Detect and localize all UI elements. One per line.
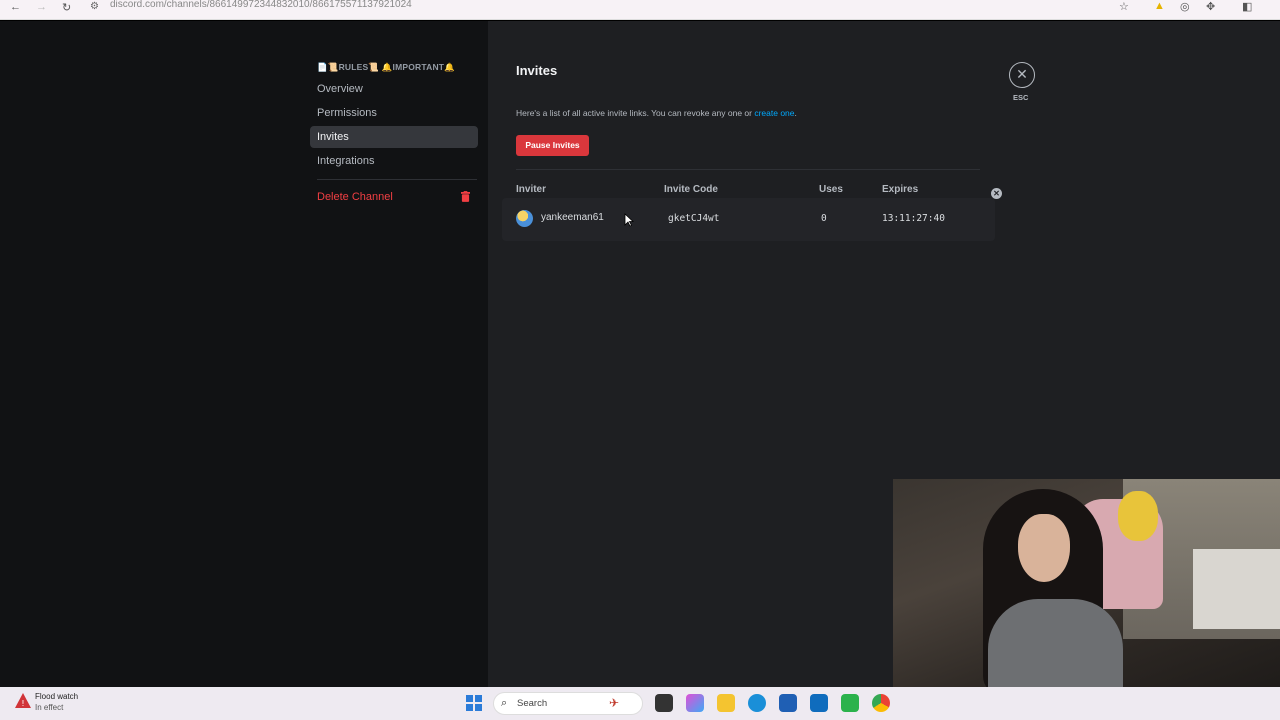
app-icon[interactable]	[841, 694, 859, 712]
bookmark-star-icon[interactable]: ☆	[1119, 0, 1129, 13]
reload-icon[interactable]: ↻	[62, 1, 71, 14]
sidebar-item-overview[interactable]: Overview	[310, 78, 478, 100]
pause-invites-button[interactable]: Pause Invites	[516, 135, 589, 156]
create-invite-link[interactable]: create one	[754, 108, 794, 118]
invite-row[interactable]: yankeeman61 gketCJ4wt 0 13:11:27:40	[502, 198, 995, 241]
weather-subtitle[interactable]: In effect	[35, 703, 63, 712]
copilot-icon[interactable]	[686, 694, 704, 712]
page-title: Invites	[516, 63, 558, 78]
sidebar-item-invites[interactable]: Invites	[310, 126, 478, 148]
sidebar-item-integrations[interactable]: Integrations	[310, 150, 478, 172]
search-highlight-icon: ✈	[609, 696, 620, 710]
avatar	[516, 210, 533, 227]
webcam-plush	[1118, 491, 1158, 541]
revoke-invite-icon[interactable]: ✕	[991, 188, 1002, 199]
weather-title[interactable]: Flood watch	[35, 692, 78, 701]
webcam-overlay	[893, 479, 1280, 696]
webcam-shelf	[1193, 549, 1280, 629]
webcam-person-body	[988, 599, 1123, 696]
profile-icon[interactable]: ◧	[1242, 0, 1252, 13]
inviter-name: yankeeman61	[541, 212, 604, 223]
search-label: Search	[517, 698, 548, 709]
forward-icon[interactable]: →	[36, 1, 47, 13]
webcam-person-face	[1018, 514, 1070, 582]
store-icon[interactable]	[779, 694, 797, 712]
svg-text:!: !	[21, 699, 24, 708]
column-header-inviter: Inviter	[516, 184, 547, 195]
taskbar: ! Flood watch In effect ⌕ Search ✈	[0, 687, 1280, 720]
invites-description: Here's a list of all active invite links…	[516, 108, 797, 118]
header-divider	[516, 169, 980, 170]
edge-icon[interactable]	[748, 694, 766, 712]
screen: ← → ↻ ⚙ discord.com/channels/86614997234…	[0, 0, 1280, 720]
puzzle-icon[interactable]: ✥	[1206, 0, 1215, 13]
close-icon[interactable]: ✕	[1009, 62, 1035, 88]
chrome-icon[interactable]	[872, 694, 890, 712]
invite-expires: 13:11:27:40	[882, 213, 945, 224]
file-explorer-icon[interactable]	[717, 694, 735, 712]
column-header-uses: Uses	[819, 184, 843, 195]
browser-toolbar: ← → ↻ ⚙ discord.com/channels/86614997234…	[0, 0, 1280, 20]
invite-code: gketCJ4wt	[668, 213, 720, 224]
drive-extension-icon[interactable]: ▲	[1154, 0, 1165, 12]
outlook-icon[interactable]	[810, 694, 828, 712]
taskbar-search[interactable]: ⌕ Search ✈	[493, 692, 643, 715]
sidebar-item-permissions[interactable]: Permissions	[310, 102, 478, 124]
column-header-invite-code: Invite Code	[664, 184, 718, 195]
task-view-icon[interactable]	[655, 694, 673, 712]
invite-uses: 0	[821, 213, 827, 224]
column-header-expires: Expires	[882, 184, 919, 195]
delete-channel-label: Delete Channel	[317, 191, 393, 203]
extension-icon[interactable]: ◎	[1180, 0, 1190, 13]
search-icon: ⌕	[501, 697, 508, 709]
address-bar[interactable]: discord.com/channels/866149972344832010/…	[110, 0, 412, 15]
site-info-icon[interactable]: ⚙	[90, 1, 99, 12]
back-icon[interactable]: ←	[10, 1, 21, 13]
trash-icon	[461, 191, 470, 202]
channel-name-header: 📄📜RULES📜 🔔IMPORTANT🔔	[317, 62, 455, 72]
warning-icon[interactable]: !	[14, 692, 32, 710]
sidebar-divider	[317, 179, 477, 180]
delete-channel-button[interactable]: Delete Channel	[310, 186, 478, 208]
mouse-cursor-icon	[624, 213, 634, 227]
esc-label: ESC	[1013, 93, 1029, 102]
description-end: .	[794, 108, 797, 118]
windows-start-icon[interactable]	[466, 695, 482, 711]
description-text: Here's a list of all active invite links…	[516, 108, 755, 118]
